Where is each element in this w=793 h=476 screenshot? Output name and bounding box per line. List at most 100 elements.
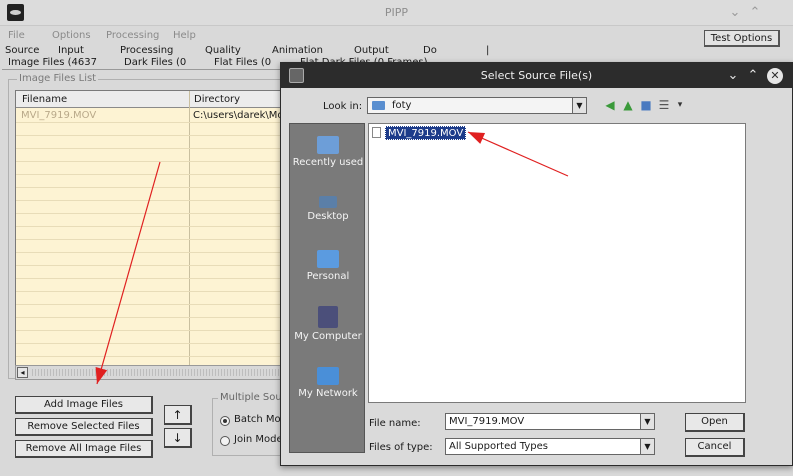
scroll-left-icon[interactable]: ◂ <box>17 367 28 378</box>
place-my-network[interactable]: My Network <box>290 367 366 400</box>
subtab-image-files[interactable]: Image Files (4637 <box>8 57 97 69</box>
table-grid-line <box>16 330 299 331</box>
place-personal-label: Personal <box>306 271 350 282</box>
menu-processing[interactable]: Processing <box>106 30 159 41</box>
remove-all-image-files-button[interactable]: Remove All Image Files <box>15 440 153 458</box>
file-item-name: MVI_7919.MOV <box>385 126 467 140</box>
column-directory[interactable]: Directory <box>194 94 240 105</box>
place-desktop[interactable]: Desktop <box>290 196 366 223</box>
tab-quality[interactable]: Quality <box>205 45 241 57</box>
desktop-icon <box>319 196 337 208</box>
back-icon[interactable]: ◀ <box>603 98 617 112</box>
menu-help[interactable]: Help <box>173 30 196 41</box>
list-view-icon[interactable]: ☰ <box>657 98 671 112</box>
image-files-list-legend: Image Files List <box>17 73 99 84</box>
table-grid-line <box>16 213 299 214</box>
row-directory: C:\users\darek\Moje <box>193 110 293 121</box>
join-mode-radio[interactable] <box>220 436 230 446</box>
chevron-down-icon[interactable]: ▼ <box>572 98 586 113</box>
recent-folder-icon <box>317 136 339 154</box>
file-name-dropdown-icon[interactable]: ▼ <box>640 414 654 429</box>
network-icon <box>317 367 339 385</box>
table-row[interactable]: MVI_7919.MOV C:\users\darek\Moje <box>16 109 299 122</box>
place-recently-used[interactable]: Recently used <box>290 136 366 169</box>
subtab-dark-files[interactable]: Dark Files (0 <box>124 57 186 69</box>
maximize-icon[interactable]: ⌃ <box>747 5 763 20</box>
table-grid-line <box>16 239 299 240</box>
join-mode-label: Join Mode <box>234 434 283 445</box>
dialog-maximize-icon[interactable]: ⌃ <box>745 68 761 83</box>
move-down-button[interactable]: ↓ <box>164 428 192 448</box>
place-personal[interactable]: Personal <box>290 250 366 283</box>
table-horizontal-scrollbar[interactable]: ◂ <box>15 365 300 380</box>
table-grid-line <box>16 291 299 292</box>
table-grid-line <box>16 148 299 149</box>
file-name-input[interactable]: MVI_7919.MOV ▼ <box>445 413 655 430</box>
computer-icon <box>318 306 338 328</box>
subtab-flat-files[interactable]: Flat Files (0 <box>214 57 271 69</box>
file-list-pane[interactable]: MVI_7919.MOV <box>368 123 746 403</box>
tab-source[interactable]: Source <box>5 45 39 57</box>
minimize-icon[interactable]: ⌄ <box>727 5 743 20</box>
table-grid-line <box>16 265 299 266</box>
look-in-label: Look in: <box>323 101 363 112</box>
tab-do[interactable]: Do <box>423 45 437 57</box>
up-folder-icon[interactable]: ▲ <box>621 98 635 112</box>
cancel-button[interactable]: Cancel <box>685 438 745 457</box>
dialog-close-icon[interactable]: ✕ <box>767 68 783 84</box>
menubar: File Options Processing Help <box>0 28 793 44</box>
tab-processing[interactable]: Processing <box>120 45 173 57</box>
scroll-track[interactable] <box>32 369 295 376</box>
tab-separator: | <box>486 45 490 56</box>
add-image-files-button[interactable]: Add Image Files <box>15 396 153 414</box>
home-folder-icon <box>317 250 339 268</box>
file-type-label: Files of type: <box>369 442 433 453</box>
column-divider <box>189 91 190 366</box>
place-my-computer[interactable]: My Computer <box>290 306 366 343</box>
table-grid-line <box>16 252 299 253</box>
table-grid-line <box>16 161 299 162</box>
place-my-network-label: My Network <box>298 388 358 399</box>
table-grid-line <box>16 187 299 188</box>
menu-options[interactable]: Options <box>52 30 91 41</box>
remove-selected-files-button[interactable]: Remove Selected Files <box>15 418 153 436</box>
batch-mode-radio[interactable] <box>220 416 230 426</box>
main-titlebar: PIPP ⌄ ⌃ <box>0 0 793 26</box>
dialog-title: Select Source File(s) <box>480 69 593 82</box>
look-in-value: foty <box>392 100 412 111</box>
folder-icon <box>372 101 385 110</box>
image-files-table[interactable]: Filename Directory MVI_7919.MOV C:\users… <box>15 90 300 367</box>
table-grid-line <box>16 174 299 175</box>
table-grid-line <box>16 122 299 123</box>
select-source-files-dialog: Select Source File(s) ⌄ ⌃ ✕ Look in: fot… <box>280 62 793 466</box>
tab-input[interactable]: Input <box>58 45 84 57</box>
tab-animation[interactable]: Animation <box>272 45 323 57</box>
menu-file[interactable]: File <box>8 30 25 41</box>
file-name-label: File name: <box>369 418 421 429</box>
look-in-combo[interactable]: foty ▼ <box>367 97 587 114</box>
new-folder-icon[interactable]: ■ <box>639 98 653 112</box>
row-filename: MVI_7919.MOV <box>21 110 97 121</box>
table-grid-line <box>16 135 299 136</box>
dialog-minimize-icon[interactable]: ⌄ <box>725 68 741 83</box>
tab-output[interactable]: Output <box>354 45 389 57</box>
file-name-value: MVI_7919.MOV <box>449 416 525 427</box>
dialog-titlebar: Select Source File(s) ⌄ ⌃ ✕ <box>281 63 792 88</box>
place-my-computer-label: My Computer <box>294 331 362 342</box>
open-button[interactable]: Open <box>685 413 745 432</box>
place-recently-used-label: Recently used <box>292 157 364 168</box>
table-grid-line <box>16 304 299 305</box>
table-grid-line <box>16 317 299 318</box>
main-tabs: Source Input Processing Quality Animatio… <box>0 45 793 57</box>
place-desktop-label: Desktop <box>307 211 349 222</box>
view-menu-chevron-icon[interactable]: ▾ <box>673 98 687 112</box>
table-grid-line <box>16 200 299 201</box>
table-grid-line <box>16 278 299 279</box>
table-grid-line <box>16 343 299 344</box>
places-sidebar: Recently used Desktop Personal My Comput… <box>289 123 365 453</box>
move-up-button[interactable]: ↑ <box>164 405 192 425</box>
file-type-select[interactable]: All Supported Types ▼ <box>445 438 655 455</box>
window-title: PIPP <box>384 6 409 19</box>
column-filename[interactable]: Filename <box>22 94 67 105</box>
file-type-dropdown-icon[interactable]: ▼ <box>640 439 654 454</box>
